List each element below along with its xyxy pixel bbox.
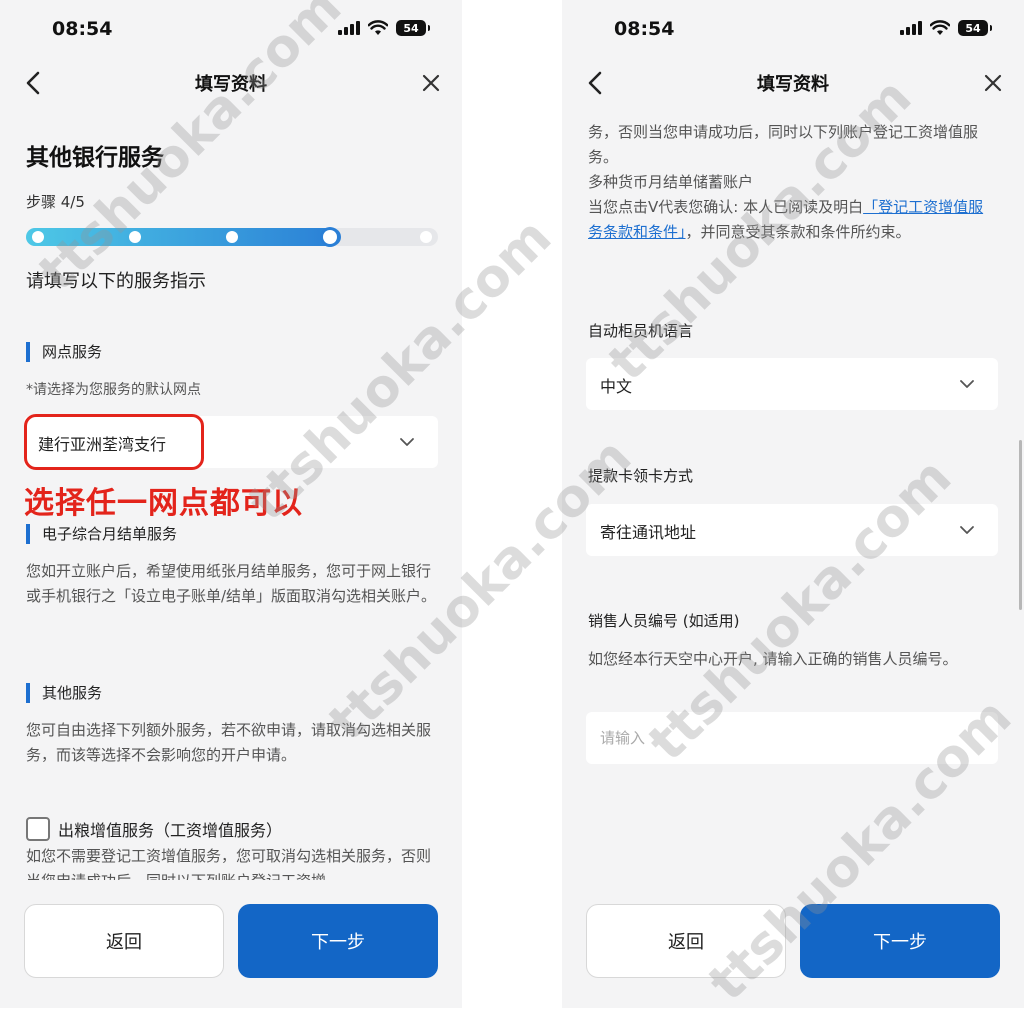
card-collection-value: 寄往通讯地址 [600,523,697,542]
status-icons: 54 [338,20,430,36]
bottom-action-bar: 返回 下一步 [562,880,1024,1008]
atm-language-select[interactable]: 中文 [586,358,998,410]
progress-bar [26,228,438,246]
highlight-frame [24,414,204,470]
close-icon[interactable] [978,68,1008,98]
payroll-description: 如您不需要登记工资增值服务，您可取消勾选相关服务，否则当您申请成功后，同时以下列… [26,847,432,880]
status-bar: 08:54 54 [0,14,462,46]
section-title-estatement: 电子综合月结单服务 [26,524,177,544]
chevron-down-icon [960,380,974,388]
signal-icon [338,21,360,35]
chevron-down-icon [960,526,974,534]
battery-icon: 54 [958,20,992,36]
bottom-action-bar: 返回 下一步 [0,880,462,1008]
status-bar: 08:54 54 [562,14,1024,46]
payroll-checkbox[interactable] [26,817,50,841]
instruction-text: 请填写以下的服务指示 [26,271,206,292]
payroll-continued-text: 务，否则当您申请成功后，同时以下列账户登记工资增值服务。 [588,123,979,166]
sales-id-input[interactable] [586,712,998,764]
status-time: 08:54 [52,18,113,40]
atm-language-title: 自动柜员机语言 [588,322,694,340]
page-heading: 其他银行服务 [26,145,164,171]
progress-step-dot [32,231,44,243]
left-phone-screen: 08:54 54 填写资料 其他银行服务 步骤 4/5 请填写以下的服务指示 网… [0,0,462,1008]
card-collection-title: 提款卡领卡方式 [588,467,694,485]
close-icon[interactable] [416,68,446,98]
atm-language-value: 中文 [600,377,633,396]
nav-title: 填写资料 [195,74,267,95]
signal-icon [900,21,922,35]
account-type-text: 多种货币月结单储蓄账户 [588,173,754,191]
confirm-text-prefix: 当您点击V代表您确认: 本人已阅读及明白 [588,198,864,216]
progress-step-dot [129,231,141,243]
nav-bar: 填写资料 [0,58,462,108]
back-button[interactable]: 返回 [24,904,224,978]
step-label: 步骤 4/5 [26,193,85,211]
annotation-text: 选择任一网点都可以 [24,486,303,521]
sales-id-title: 销售人员编号 (如适用) [588,612,740,630]
estatement-description: 您如开立账户后，希望使用纸张月结单服务，您可于网上银行或手机银行之「设立电子账单… [26,562,437,605]
next-button[interactable]: 下一步 [800,904,1000,978]
nav-title: 填写资料 [757,74,829,95]
wifi-icon [930,20,950,35]
right-phone-screen: 08:54 54 填写资料 务，否则当您申请成功后，同时以下列账户登记工资增值服… [562,0,1024,1008]
payroll-checkbox-label: 出粮增值服务（工资增值服务） [58,821,283,840]
progress-step-dot [420,231,432,243]
scrollbar[interactable] [1019,440,1022,610]
status-time: 08:54 [614,18,675,40]
battery-icon: 54 [396,20,430,36]
chevron-down-icon [400,438,414,446]
nav-bar: 填写资料 [562,58,1024,108]
card-collection-select[interactable]: 寄往通讯地址 [586,504,998,556]
confirm-text: 当您点击V代表您确认: 本人已阅读及明白「登记工资增值服务条款和条件」，并同意受… [588,195,998,245]
confirm-text-suffix: ，并同意受其条款和条件所约束。 [685,223,911,241]
progress-step-dot [226,231,238,243]
wifi-icon [368,20,388,35]
other-services-description: 您可自由选择下列额外服务，若不欲申请，请取消勾选相关服务，而该等选择不会影响您的… [26,721,432,764]
back-button[interactable]: 返回 [586,904,786,978]
branch-hint: *请选择为您服务的默认网点 [26,382,201,398]
progress-step-dot [323,230,337,244]
status-icons: 54 [900,20,992,36]
section-title-branch: 网点服务 [26,342,102,362]
sales-id-hint: 如您经本行天空中心开户, 请输入正确的销售人员编号。 [588,650,958,668]
section-title-other-services: 其他服务 [26,683,102,703]
next-button[interactable]: 下一步 [238,904,438,978]
progress-fill [26,228,341,246]
